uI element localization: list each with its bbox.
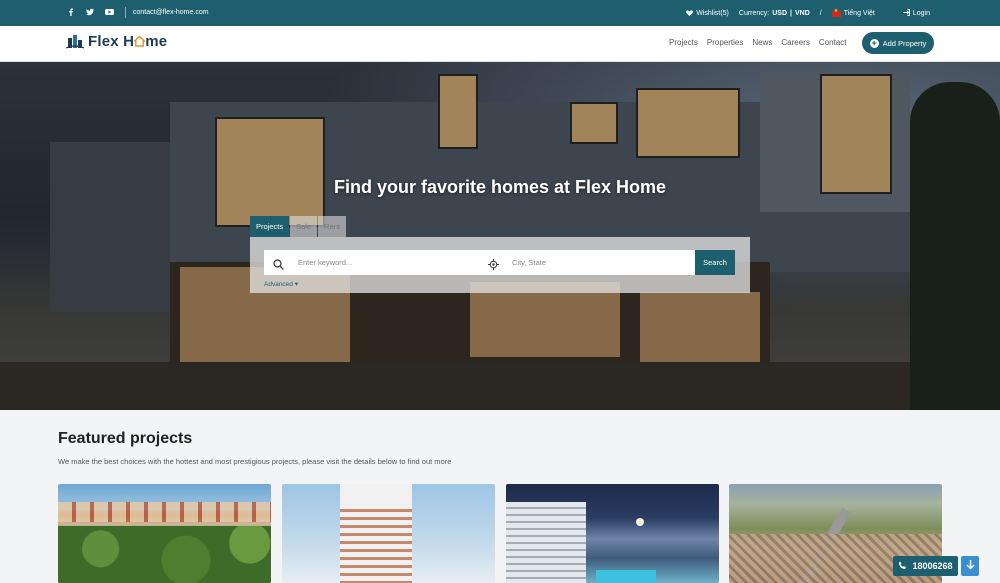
login-link[interactable]: Login — [902, 9, 930, 18]
login-label: Login — [912, 10, 930, 17]
keyword-input[interactable]: Enter keyword... — [298, 258, 352, 267]
scroll-down-button[interactable] — [961, 556, 979, 576]
location-input[interactable]: City, State — [512, 258, 546, 267]
currency-label: Currency: — [738, 10, 770, 17]
add-property-label: Add Property — [882, 38, 927, 48]
wishlist-link[interactable]: Wishlist(5) — [686, 9, 729, 18]
hotline-number: 18006268 — [912, 561, 953, 571]
arrow-down-icon — [965, 559, 975, 573]
logo-text-part-2: me — [145, 32, 168, 50]
featured-projects-title: Featured projects — [58, 430, 193, 447]
topbar-right: Wishlist(5) Currency: USD | VND / Tiếng … — [686, 8, 930, 18]
currency-usd[interactable]: USD — [772, 10, 787, 17]
language-switcher[interactable]: Tiếng Việt — [831, 8, 875, 17]
project-image-trees — [58, 526, 271, 583]
main-navbar: Flex H me Projects Properties News Career… — [0, 26, 1000, 62]
site-logo[interactable]: Flex H me — [65, 32, 167, 50]
vietnam-flag-icon — [831, 8, 841, 17]
main-menu: Projects Properties News Careers Contact — [669, 38, 846, 47]
top-bar: contact@flex-home.com Wishlist(5) Curren… — [0, 0, 1000, 26]
search-panel: Enter keyword... City, State Search Adva… — [250, 237, 750, 293]
project-image-resort — [58, 502, 271, 522]
currency-switcher: Currency: USD | VND — [739, 10, 810, 17]
search-tabs: Projects Sale Rent — [250, 216, 347, 237]
hero-banner — [0, 62, 1000, 410]
social-links — [67, 8, 114, 16]
contact-email[interactable]: contact@flex-home.com — [133, 9, 209, 16]
phone-icon — [898, 561, 907, 572]
tab-sale[interactable]: Sale — [290, 216, 318, 237]
youtube-icon[interactable] — [105, 8, 114, 16]
currency-separator: | — [790, 10, 792, 17]
plus-icon: + — [869, 37, 879, 48]
search-icon — [273, 257, 284, 275]
building-logo-icon — [65, 32, 85, 50]
currency-vnd[interactable]: VND — [795, 10, 810, 17]
hero-overlay — [0, 62, 1000, 410]
topbar-slash: / — [819, 10, 822, 17]
language-label: Tiếng Việt — [843, 10, 875, 17]
project-image-pool — [596, 570, 656, 583]
project-card[interactable] — [58, 484, 271, 583]
logo-house-o-icon — [132, 34, 147, 47]
menu-careers[interactable]: Careers — [781, 38, 809, 47]
caret-down-icon: ▾ — [294, 281, 298, 288]
menu-news[interactable]: News — [752, 38, 772, 47]
tab-rent[interactable]: Rent — [318, 216, 346, 237]
add-property-button[interactable]: + Add Property — [862, 32, 934, 54]
menu-properties[interactable]: Properties — [707, 38, 743, 47]
search-button[interactable]: Search — [695, 250, 735, 275]
twitter-icon[interactable] — [86, 8, 94, 16]
project-card[interactable] — [506, 484, 719, 583]
facebook-icon[interactable] — [67, 8, 75, 16]
project-image-building — [506, 502, 586, 583]
project-card[interactable] — [282, 484, 495, 583]
logo-text: Flex H me — [88, 33, 167, 50]
wishlist-label: Wishlist(5) — [696, 10, 729, 17]
hero-title: Find your favorite homes at Flex Home — [333, 177, 667, 197]
location-crosshair-icon[interactable] — [488, 257, 499, 275]
heart-icon — [686, 9, 694, 18]
featured-projects-description: We make the best choices with the hottes… — [58, 457, 452, 466]
topbar-divider — [125, 7, 126, 18]
advanced-label: Advanced — [264, 281, 293, 288]
menu-contact[interactable]: Contact — [819, 38, 847, 47]
tab-projects[interactable]: Projects — [250, 216, 290, 237]
search-bar: Enter keyword... City, State — [264, 250, 735, 275]
project-image-tower — [340, 484, 412, 583]
sign-in-icon — [902, 9, 910, 18]
logo-text-part-1: Flex H — [88, 32, 135, 50]
hotline-button[interactable]: 18006268 — [893, 556, 958, 576]
project-image-moon — [636, 518, 644, 526]
menu-projects[interactable]: Projects — [669, 38, 698, 47]
advanced-search-toggle[interactable]: Advanced ▾ — [264, 280, 298, 288]
